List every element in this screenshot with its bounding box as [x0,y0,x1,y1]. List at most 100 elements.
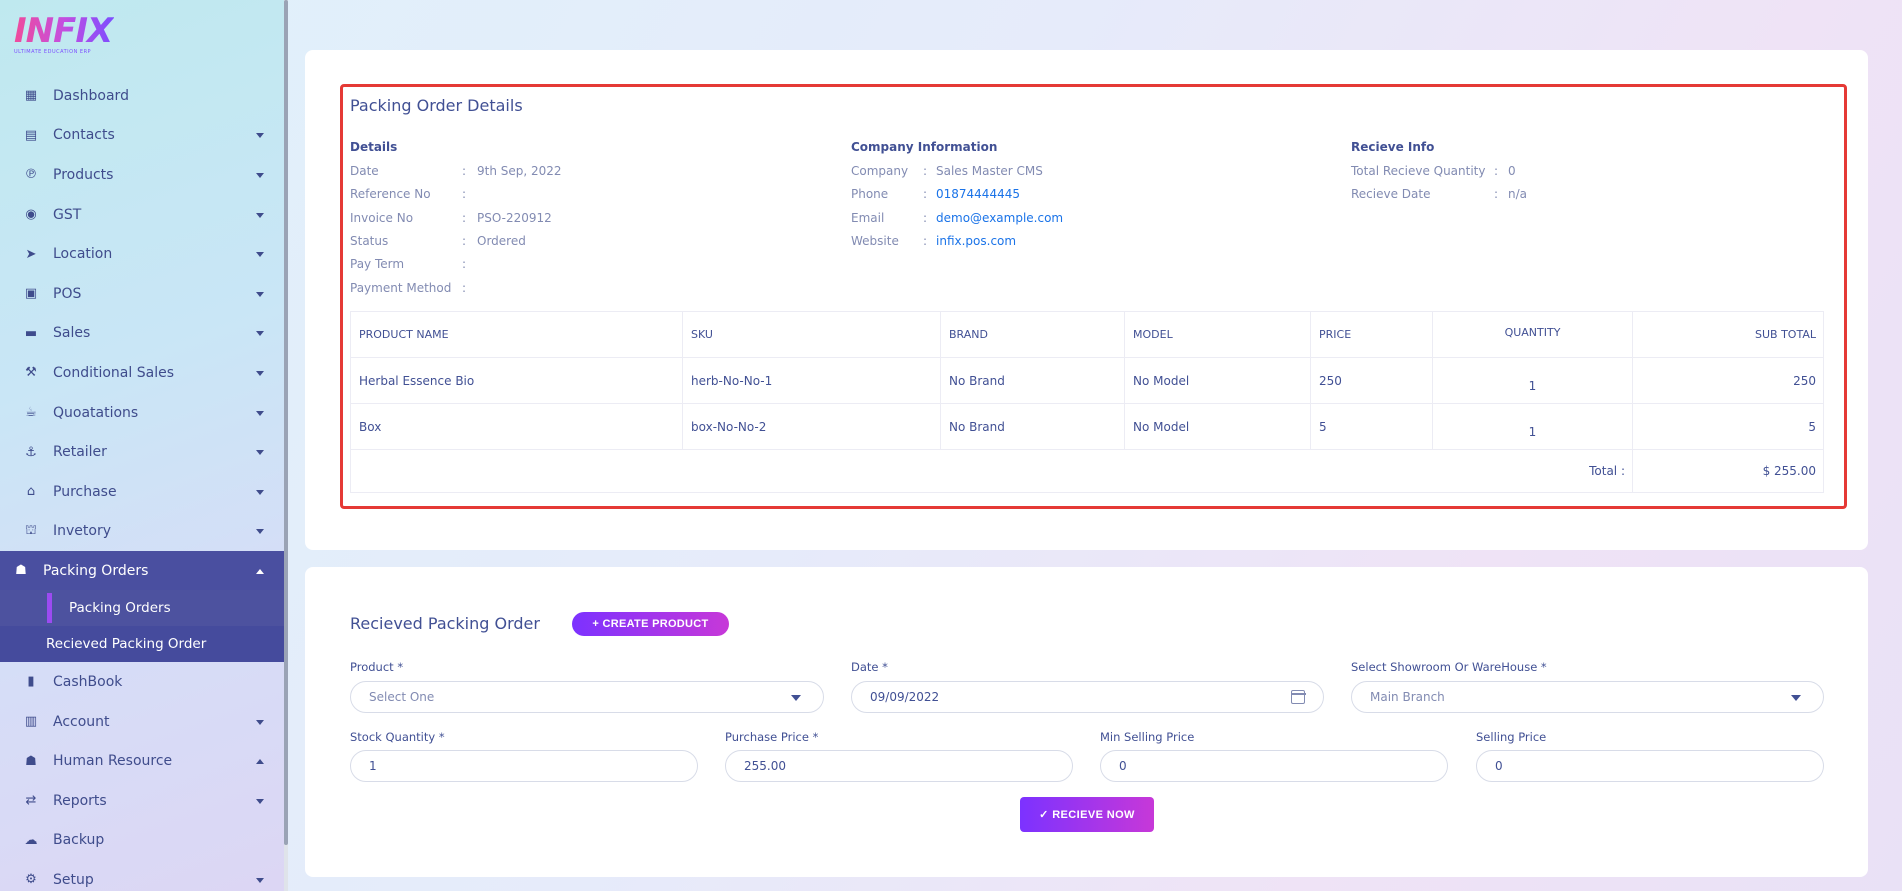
book-icon: ▮ [27,674,35,690]
date-input[interactable]: 09/09/2022 [851,681,1324,713]
brand-cell: No Brand [940,357,1125,404]
model-cell: No Model [1124,403,1311,450]
sidebar-item-quoatations[interactable]: ☕ Quoatations [0,393,284,433]
warehouse-label: Select Showroom Or WareHouse * [1351,660,1547,674]
sidebar-item-account[interactable]: ▥ Account [0,702,284,742]
logo-wordmark: INFIX [14,11,113,51]
sidebar-item-cashbook[interactable]: ▮ CashBook [0,662,284,702]
company-value[interactable]: infix.pos.com [936,234,1016,248]
sidebar-item-location[interactable]: ➤ Location [0,234,284,274]
col-product-name: PRODUCT NAME [350,311,683,358]
company-separator: : [923,210,928,225]
chevron-down-icon [256,252,264,258]
chevron-down-icon [256,172,264,178]
detail-separator: : [462,164,467,178]
detail-label: Pay Term [350,257,405,272]
company-label: Company [851,164,909,178]
sidebar-nav: ▦ Dashboard ▤ Contacts ℗ Products ◉ GST ➤ Locatio… [0,76,284,891]
submenu-item-recieved-packing-order[interactable]: Recieved Packing Order [0,626,284,662]
sidebar-scrollbar-thumb[interactable] [284,0,288,845]
sidebar-item-backup[interactable]: ☁ Backup [0,821,284,861]
subtotal-cell: 250 [1632,357,1824,404]
col-price: PRICE [1310,311,1433,358]
sidebar-item-gst[interactable]: ◉ GST [0,195,284,235]
detail-separator: : [462,257,467,272]
sidebar-item-sales[interactable]: ▬ Sales [0,314,284,354]
detail-row: Date:9th Sep, 2022 [350,162,830,180]
logo[interactable]: INFIX ULTIMATE EDUCATION ERP [14,11,114,55]
sidebar-item-label: Backup [53,832,105,849]
chevron-down-icon [256,370,264,376]
sidebar-item-purchase[interactable]: ⌂ Purchase [0,472,284,512]
min-selling-price-input[interactable]: 0 [1100,750,1448,782]
stock-quantity-input[interactable]: 1 [350,750,698,782]
chevron-down-icon [791,695,801,701]
stock-quantity-value: 1 [369,759,377,773]
detail-value: Ordered [477,233,526,248]
detail-label: Payment Method [350,280,452,295]
chevron-down-icon [256,331,264,337]
sidebar-item-label: Retailer [53,444,107,461]
brand-cell: No Brand [940,403,1125,450]
price-cell: 5 [1310,403,1433,450]
sidebar-item-conditional-sales[interactable]: ⚒ Conditional Sales [0,353,284,393]
sidebar-item-label: CashBook [53,673,123,690]
company-row: Phone:01874444445 [851,185,1331,203]
sidebar-item-reports[interactable]: ⇄ Reports [0,781,284,821]
sidebar-scrollbar[interactable] [284,0,288,891]
sidebar-item-products[interactable]: ℗ Products [0,155,284,195]
products-table: PRODUCT NAME SKU BRAND MODEL PRICE QUANT… [350,311,1824,493]
sidebar-item-pos[interactable]: ▣ POS [0,274,284,314]
product-select[interactable]: Select One [350,681,824,713]
selling-price-input[interactable]: 0 [1476,750,1824,782]
detail-row: Invoice No: PSO-220912 [350,209,830,227]
detail-value: 9th Sep, 2022 [477,164,562,178]
calendar-icon[interactable] [1290,690,1306,704]
pos-icon: ▣ [24,286,38,302]
sidebar-item-label: Products [53,166,114,183]
detail-label: Invoice No [350,210,414,225]
chevron-down-icon [256,410,264,416]
quotation-icon: ☕ [25,405,37,421]
chevron-down-icon [256,212,264,218]
create-product-button[interactable]: + CREATE PRODUCT [572,612,729,636]
price-cell: 250 [1310,357,1433,404]
product-icon: ℗ [24,167,38,183]
chevron-down-icon [256,798,264,804]
company-value[interactable]: demo@example.com [936,211,1063,225]
product-select-value: Select One [369,690,435,704]
total-label: Total : [350,449,1633,493]
chevron-up-icon [256,759,264,765]
detail-separator: : [462,210,467,225]
sidebar-item-invetory[interactable]: ⛫ Invetory [0,512,284,552]
company-value[interactable]: 01874444445 [936,187,1020,201]
sidebar-item-label: Dashboard [53,87,129,104]
store-icon: ⌂ [26,484,36,500]
recieve-now-button[interactable]: ✓ RECIEVE NOW [1020,797,1154,832]
sku-cell: herb-No-No-1 [682,357,941,404]
detail-value: PSO-220912 [477,210,552,225]
warehouse-select[interactable]: Main Branch [1351,681,1824,713]
purchase-price-input[interactable]: 255.00 [725,750,1073,782]
detail-label: Date [350,164,379,178]
sidebar-item-setup[interactable]: ⚙ Setup [0,860,284,891]
sidebar-item-human-resource[interactable]: ☗ Human Resource [0,741,284,781]
details-section-title: Details [350,140,398,154]
sidebar-item-label: Conditional Sales [53,364,174,381]
retailer-icon: ⚓ [25,444,37,460]
company-label: Phone [851,187,889,202]
chevron-down-icon [256,291,264,297]
company-row: Company: Sales Master CMS [851,162,1331,180]
sidebar-item-retailer[interactable]: ⚓ Retailer [0,432,284,472]
stock-quantity-label: Stock Quantity * [350,730,445,744]
company-separator: : [923,187,928,202]
sales-icon: ▬ [24,325,38,341]
hammer-icon: ⚒ [25,365,37,381]
receive-row: Recieve Date: n/a [1351,185,1831,203]
sidebar-item-dashboard[interactable]: ▦ Dashboard [0,76,284,116]
users-icon: ☗ [15,563,27,579]
submenu-item-packing-orders[interactable]: Packing Orders [0,590,284,627]
sidebar-item-contacts[interactable]: ▤ Contacts [0,116,284,156]
sidebar-item-packing-orders[interactable]: ☗ Packing Orders [0,551,284,591]
total-value: $ 255.00 [1632,449,1824,493]
